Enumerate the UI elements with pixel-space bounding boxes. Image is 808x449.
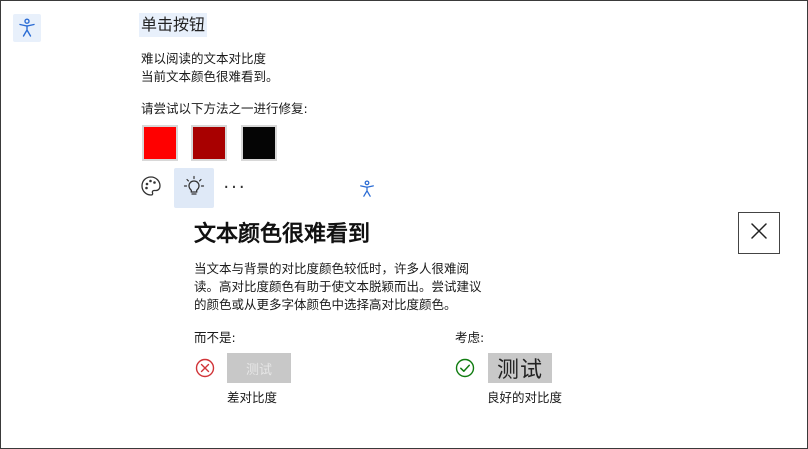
close-icon: [750, 222, 768, 244]
instead-label: 而不是:: [194, 330, 236, 345]
checkmark-circle-icon: [454, 357, 476, 379]
poor-contrast-sample-text: 测试: [245, 362, 272, 378]
error-circle-icon: [194, 357, 216, 379]
card-body: 当文本与背景的对比度颜色较低时，许多人很难阅 读。高对比度颜色有助于使文本脱颖而…: [194, 260, 534, 314]
swatch-black-fill: [243, 127, 275, 159]
card-body-line-3: 的颜色或从更多字体颜色中选择高对比度颜色。: [194, 297, 457, 312]
card-title: 文本颜色很难看到: [194, 222, 371, 247]
consider-label: 考虑:: [455, 330, 485, 345]
swatch-red[interactable]: [142, 125, 178, 161]
swatch-dark-red-fill: [193, 127, 225, 159]
issue-description: 当前文本颜色很难看到。: [141, 69, 279, 84]
fix-prompt: 请尝试以下方法之一进行修复:: [141, 101, 308, 116]
good-contrast-sample: 测试: [488, 353, 552, 383]
palette-icon: [140, 175, 162, 201]
poor-contrast-sample: 测试: [227, 353, 291, 383]
window-frame: 单击按钮 难以阅读的文本对比度 当前文本颜色很难看到。 请尝试以下方法之一进行修…: [0, 0, 808, 449]
lightbulb-icon: [183, 175, 205, 201]
more-options-button[interactable]: ···: [215, 168, 255, 208]
accessibility-icon-small[interactable]: [353, 175, 381, 203]
accessibility-icon[interactable]: [13, 14, 41, 42]
close-button[interactable]: [738, 212, 780, 254]
card-body-line-2: 读。高对比度颜色有助于使文本脱颖而出。尝试建议: [194, 279, 482, 294]
good-contrast-caption: 良好的对比度: [487, 390, 563, 405]
good-contrast-sample-text: 测试: [496, 358, 543, 383]
swatch-dark-red[interactable]: [191, 125, 227, 161]
swatch-red-fill: [144, 127, 176, 159]
card-body-line-1: 当文本与背景的对比度颜色较低时，许多人很难阅: [194, 261, 470, 276]
swatch-black[interactable]: [241, 125, 277, 161]
click-button[interactable]: 单击按钮: [139, 13, 208, 37]
palette-button[interactable]: [131, 168, 171, 208]
poor-contrast-caption: 差对比度: [227, 390, 278, 405]
issue-heading: 难以阅读的文本对比度: [141, 51, 267, 66]
suggestion-button[interactable]: [174, 168, 214, 208]
